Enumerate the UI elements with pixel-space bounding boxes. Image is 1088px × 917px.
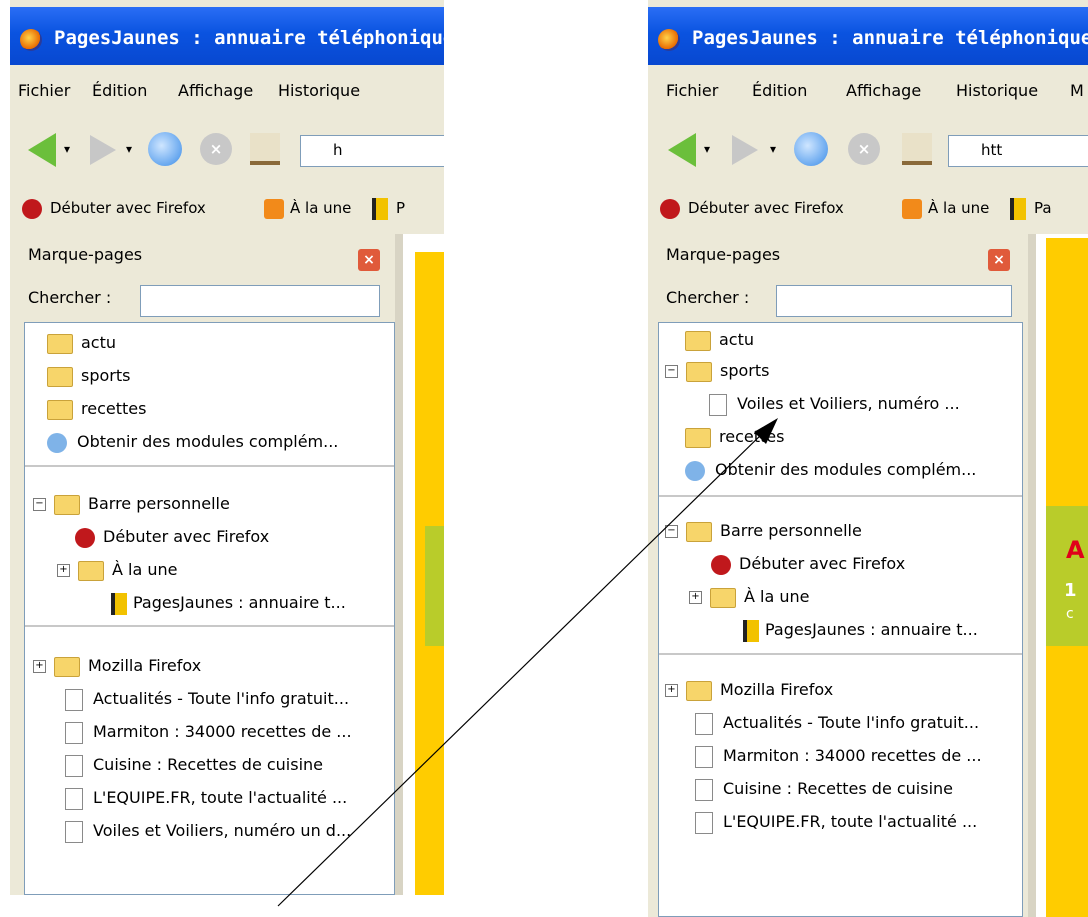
arrow-head	[754, 418, 778, 444]
arrow-line	[277, 429, 767, 907]
annotation-arrow	[277, 418, 778, 907]
